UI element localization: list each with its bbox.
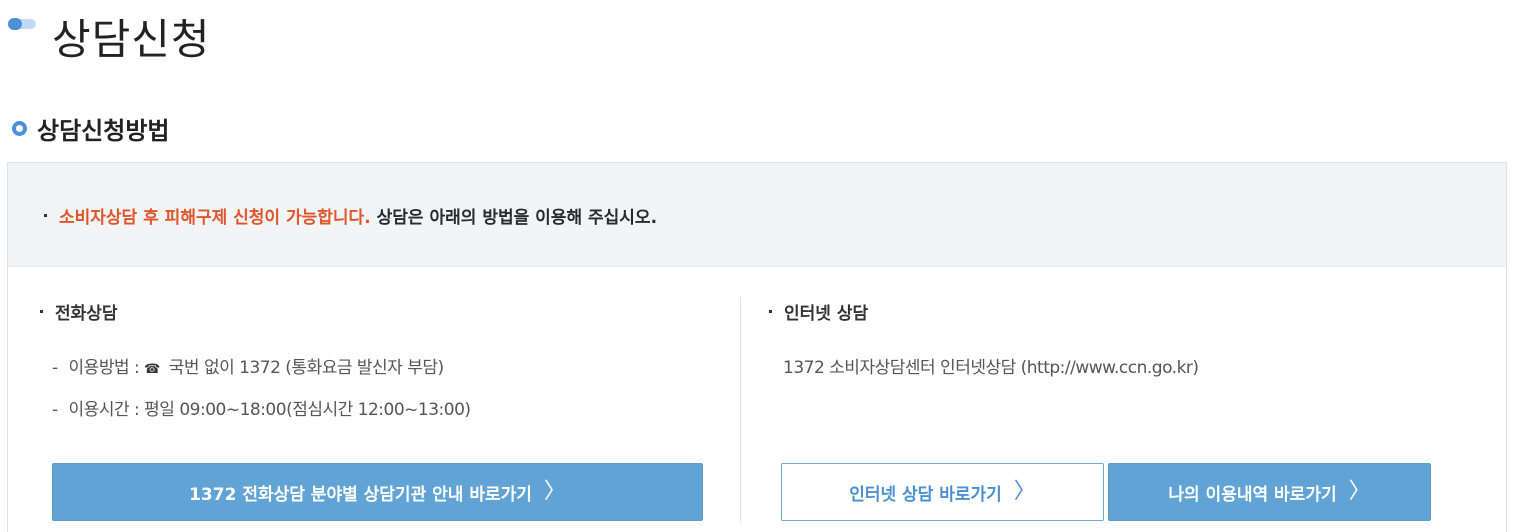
phone-usage-line: - 이용방법 : ☎ 국번 없이 1372 (통화요금 발신자 부담)	[52, 353, 444, 378]
page-title: 상담신청	[52, 15, 211, 64]
internet-consult-column: 인터넷 상담 1372 소비자상담센터 인터넷상담 (http://www.cc…	[741, 267, 1508, 532]
internet-consult-button-label: 인터넷 상담 바로가기	[849, 484, 1002, 505]
notice-bar: 소비자상담 후 피해구제 신청이 가능합니다. 상담은 아래의 방법을 이용해 …	[8, 163, 1506, 267]
notice-text: 소비자상담 후 피해구제 신청이 가능합니다. 상담은 아래의 방법을 이용해 …	[44, 203, 657, 228]
phone-consult-column: 전화상담 - 이용방법 : ☎ 국번 없이 1372 (통화요금 발신자 부담)…	[8, 267, 740, 532]
my-history-button[interactable]: 나의 이용내역 바로가기 〉	[1108, 463, 1431, 521]
phone-consult-title: 전화상담	[40, 299, 118, 324]
phone-consult-guide-button[interactable]: 1372 전화상담 분야별 상담기관 안내 바로가기 〉	[52, 463, 703, 521]
internet-consult-button[interactable]: 인터넷 상담 바로가기 〉	[781, 463, 1104, 521]
internet-consult-title-text: 인터넷 상담	[784, 304, 869, 324]
chevron-right-icon: 〉	[1013, 479, 1036, 504]
dash-icon: -	[52, 358, 58, 378]
bullet-icon	[44, 214, 47, 217]
chevron-right-icon: 〉	[543, 479, 566, 504]
phone-consult-guide-button-label: 1372 전화상담 분야별 상담기관 안내 바로가기	[189, 484, 532, 505]
notice-rest: 상담은 아래의 방법을 이용해 주십시오.	[376, 208, 658, 228]
my-history-button-label: 나의 이용내역 바로가기	[1168, 484, 1337, 505]
phone-consult-title-text: 전화상담	[55, 304, 118, 324]
internet-consult-title: 인터넷 상담	[769, 299, 868, 324]
telephone-icon: ☎	[144, 362, 160, 377]
internet-consult-description: 1372 소비자상담센터 인터넷상담 (http://www.ccn.go.kr…	[783, 358, 1199, 378]
consultation-box: 소비자상담 후 피해구제 신청이 가능합니다. 상담은 아래의 방법을 이용해 …	[7, 162, 1507, 532]
bullet-icon	[769, 310, 772, 313]
chevron-right-icon: 〉	[1348, 479, 1371, 504]
toggle-pill-icon	[8, 18, 36, 30]
section-title: 상담신청방법	[37, 116, 170, 145]
phone-usage-value: 국번 없이 1372 (통화요금 발신자 부담)	[168, 358, 444, 378]
phone-hours-label: 이용시간 :	[68, 400, 140, 420]
section-header: 상담신청방법	[12, 112, 170, 145]
bullet-icon	[40, 310, 43, 313]
dash-icon: -	[52, 400, 58, 420]
column-divider	[740, 297, 741, 523]
phone-hours-value: 평일 09:00~18:00(점심시간 12:00~13:00)	[144, 400, 471, 420]
phone-usage-label: 이용방법 :	[68, 358, 140, 378]
phone-hours-line: - 이용시간 : 평일 09:00~18:00(점심시간 12:00~13:00…	[52, 395, 471, 420]
ring-icon	[12, 120, 27, 136]
notice-highlight: 소비자상담 후 피해구제 신청이 가능합니다.	[59, 208, 371, 228]
